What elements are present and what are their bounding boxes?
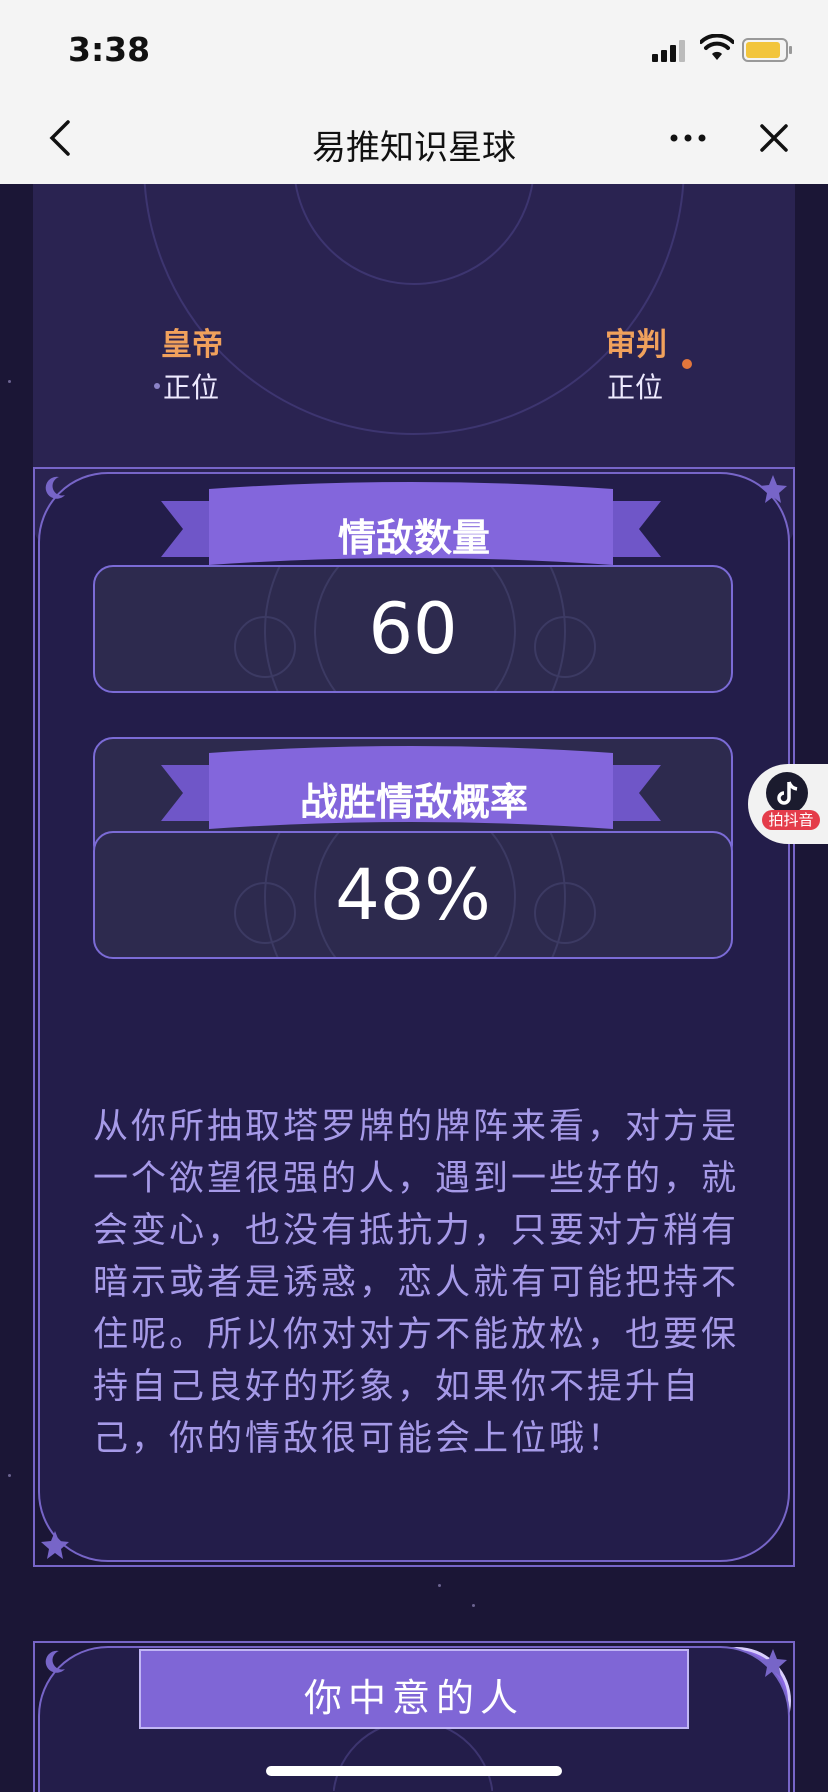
result-panel: 情敌数量 60 战胜情敌概率 48% 从你所抽取塔罗牌的牌阵来看，对方是一个欲望…: [33, 467, 795, 1755]
star-icon: [41, 1531, 69, 1559]
left-card-name: 皇帝: [161, 327, 223, 363]
reading-description: 从你所抽取塔罗牌的牌阵来看，对方是一个欲望很强的人，遇到一些好的，就会变心，也没…: [93, 1107, 740, 1459]
left-card-position: 正位: [163, 371, 220, 404]
signal-icon: [652, 38, 688, 62]
home-indicator[interactable]: [266, 1766, 562, 1776]
win-rate-box: 48%: [93, 831, 733, 959]
battery-icon: [742, 38, 792, 62]
tiktok-label: 拍抖音: [762, 810, 820, 830]
moon-icon: [45, 1650, 65, 1673]
wifi-icon: [700, 34, 734, 60]
status-bar: 3:38: [0, 0, 828, 92]
nav-bar: 易推知识星球: [0, 92, 828, 185]
rival-count-value: 60: [368, 588, 458, 670]
right-card-name: 审判: [605, 327, 667, 363]
close-icon[interactable]: [752, 116, 796, 160]
section-title: 你中意的人: [303, 1676, 524, 1720]
win-rate-value: 48%: [335, 854, 491, 936]
tiktok-icon: [766, 772, 808, 814]
rival-count-label: 情敌数量: [337, 516, 490, 560]
content-area[interactable]: 皇帝 正位 审判 正位 情敌数量 60 战胜情敌概率 48% 从你所抽取塔罗牌的…: [0, 184, 828, 1792]
star-icon: [759, 1649, 787, 1677]
status-time: 3:38: [68, 30, 151, 69]
section-title-banner: 你中意的人: [139, 1649, 689, 1729]
rival-count-box: 60: [93, 565, 733, 693]
moon-icon: [45, 476, 65, 499]
star-icon: [759, 475, 787, 503]
more-icon[interactable]: [664, 116, 712, 160]
right-card-position: 正位: [607, 371, 664, 404]
win-rate-label: 战胜情敌概率: [299, 780, 528, 824]
tiktok-float-button[interactable]: 拍抖音: [748, 764, 828, 844]
